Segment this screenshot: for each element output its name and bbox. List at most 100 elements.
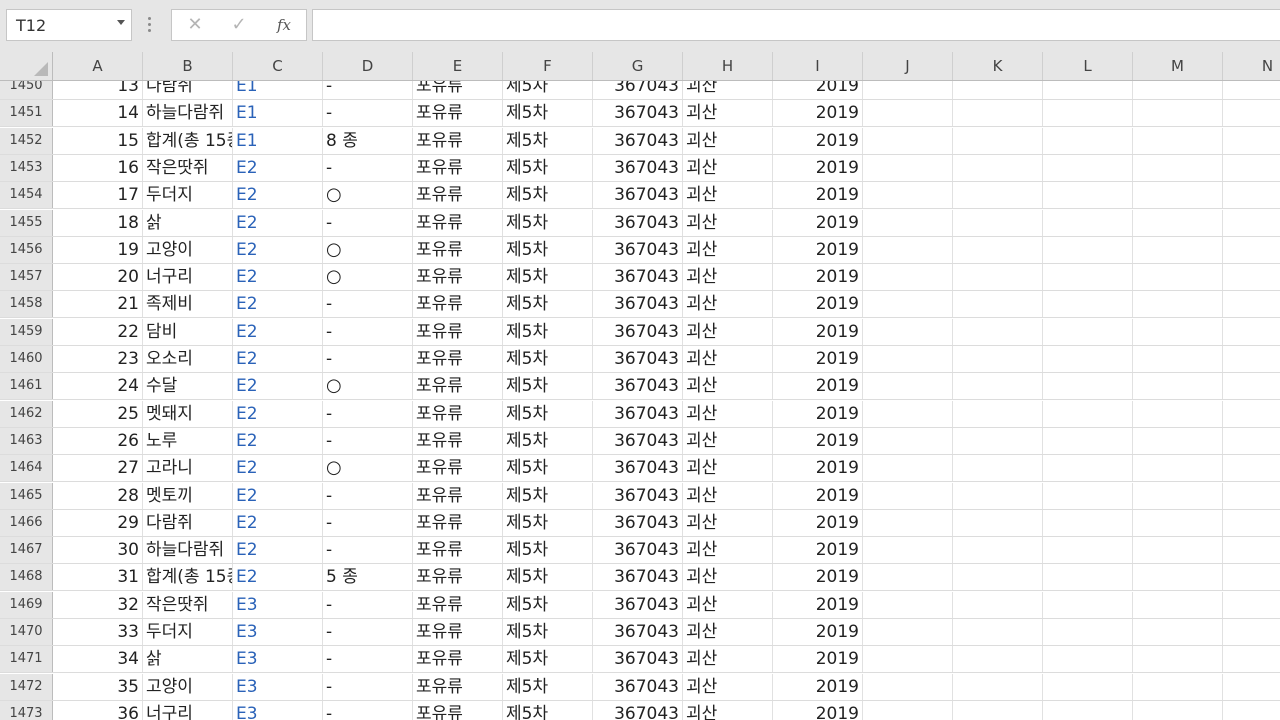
- cell-d[interactable]: 5 종: [323, 564, 413, 590]
- cell-l[interactable]: [1043, 537, 1133, 563]
- cell-k[interactable]: [953, 291, 1043, 317]
- cell-l[interactable]: [1043, 182, 1133, 208]
- cell-l[interactable]: [1043, 264, 1133, 290]
- cell-b[interactable]: 하늘다람쥐: [143, 537, 233, 563]
- cell-k[interactable]: [953, 646, 1043, 672]
- cell-i[interactable]: 2019: [773, 564, 863, 590]
- cell-c[interactable]: E1: [233, 100, 323, 126]
- cell-l[interactable]: [1043, 701, 1133, 720]
- cell-i[interactable]: 2019: [773, 81, 863, 99]
- cell-b[interactable]: 담비: [143, 319, 233, 345]
- cell-k[interactable]: [953, 701, 1043, 720]
- cell-a[interactable]: 28: [53, 483, 143, 509]
- row-header[interactable]: 1461: [0, 373, 53, 399]
- cell-g[interactable]: 367043: [593, 674, 683, 700]
- cell-b[interactable]: 고라니: [143, 455, 233, 481]
- cell-a[interactable]: 19: [53, 237, 143, 263]
- cell-n[interactable]: [1223, 510, 1280, 536]
- cell-d[interactable]: ○: [323, 264, 413, 290]
- cell-h[interactable]: 괴산: [683, 319, 773, 345]
- column-header-n[interactable]: N: [1223, 52, 1280, 80]
- cell-i[interactable]: 2019: [773, 701, 863, 720]
- cell-d[interactable]: -: [323, 646, 413, 672]
- cell-i[interactable]: 2019: [773, 592, 863, 618]
- cell-e[interactable]: 포유류: [413, 264, 503, 290]
- cell-e[interactable]: 포유류: [413, 455, 503, 481]
- cell-m[interactable]: [1133, 701, 1223, 720]
- cell-m[interactable]: [1133, 81, 1223, 99]
- cell-g[interactable]: 367043: [593, 564, 683, 590]
- cell-h[interactable]: 괴산: [683, 128, 773, 154]
- cell-b[interactable]: 삵: [143, 646, 233, 672]
- cell-i[interactable]: 2019: [773, 619, 863, 645]
- cell-g[interactable]: 367043: [593, 455, 683, 481]
- cell-b[interactable]: 너구리: [143, 701, 233, 720]
- cell-e[interactable]: 포유류: [413, 81, 503, 99]
- row-header[interactable]: 1460: [0, 346, 53, 372]
- cell-d[interactable]: -: [323, 100, 413, 126]
- cell-m[interactable]: [1133, 373, 1223, 399]
- cell-h[interactable]: 괴산: [683, 291, 773, 317]
- cell-j[interactable]: [863, 210, 953, 236]
- cell-d[interactable]: ○: [323, 455, 413, 481]
- cell-d[interactable]: -: [323, 346, 413, 372]
- cell-h[interactable]: 괴산: [683, 81, 773, 99]
- column-header-l[interactable]: L: [1043, 52, 1133, 80]
- cell-a[interactable]: 21: [53, 291, 143, 317]
- cell-d[interactable]: -: [323, 210, 413, 236]
- cell-h[interactable]: 괴산: [683, 428, 773, 454]
- cell-n[interactable]: [1223, 483, 1280, 509]
- cell-h[interactable]: 괴산: [683, 210, 773, 236]
- cell-a[interactable]: 16: [53, 155, 143, 181]
- cell-n[interactable]: [1223, 128, 1280, 154]
- cell-m[interactable]: [1133, 646, 1223, 672]
- cell-j[interactable]: [863, 401, 953, 427]
- row-header[interactable]: 1464: [0, 455, 53, 481]
- select-all-icon[interactable]: [34, 62, 48, 76]
- cell-m[interactable]: [1133, 346, 1223, 372]
- cell-j[interactable]: [863, 619, 953, 645]
- cell-h[interactable]: 괴산: [683, 510, 773, 536]
- cell-n[interactable]: [1223, 401, 1280, 427]
- cell-l[interactable]: [1043, 100, 1133, 126]
- cell-g[interactable]: 367043: [593, 346, 683, 372]
- cell-l[interactable]: [1043, 510, 1133, 536]
- cell-a[interactable]: 15: [53, 128, 143, 154]
- cell-d[interactable]: -: [323, 428, 413, 454]
- cell-k[interactable]: [953, 155, 1043, 181]
- column-header-f[interactable]: F: [503, 52, 593, 80]
- cell-i[interactable]: 2019: [773, 483, 863, 509]
- cell-c[interactable]: E2: [233, 346, 323, 372]
- cell-a[interactable]: 18: [53, 210, 143, 236]
- cell-b[interactable]: 고양이: [143, 237, 233, 263]
- cell-d[interactable]: 8 종: [323, 128, 413, 154]
- cell-b[interactable]: 멧돼지: [143, 401, 233, 427]
- cell-d[interactable]: ○: [323, 182, 413, 208]
- cell-b[interactable]: 고양이: [143, 674, 233, 700]
- cell-c[interactable]: E1: [233, 128, 323, 154]
- cell-g[interactable]: 367043: [593, 128, 683, 154]
- cell-a[interactable]: 34: [53, 646, 143, 672]
- cell-l[interactable]: [1043, 128, 1133, 154]
- cell-m[interactable]: [1133, 210, 1223, 236]
- cell-k[interactable]: [953, 401, 1043, 427]
- cell-m[interactable]: [1133, 428, 1223, 454]
- cell-k[interactable]: [953, 182, 1043, 208]
- cell-j[interactable]: [863, 373, 953, 399]
- cell-c[interactable]: E2: [233, 483, 323, 509]
- cell-f[interactable]: 제5차: [503, 592, 593, 618]
- cell-m[interactable]: [1133, 128, 1223, 154]
- cell-k[interactable]: [953, 592, 1043, 618]
- cell-m[interactable]: [1133, 510, 1223, 536]
- cell-f[interactable]: 제5차: [503, 428, 593, 454]
- cell-i[interactable]: 2019: [773, 237, 863, 263]
- cell-a[interactable]: 20: [53, 264, 143, 290]
- cell-f[interactable]: 제5차: [503, 155, 593, 181]
- cell-a[interactable]: 35: [53, 674, 143, 700]
- cell-h[interactable]: 괴산: [683, 346, 773, 372]
- cell-k[interactable]: [953, 237, 1043, 263]
- column-header-c[interactable]: C: [233, 52, 323, 80]
- cell-j[interactable]: [863, 701, 953, 720]
- row-header[interactable]: 1473: [0, 701, 53, 720]
- cell-a[interactable]: 33: [53, 619, 143, 645]
